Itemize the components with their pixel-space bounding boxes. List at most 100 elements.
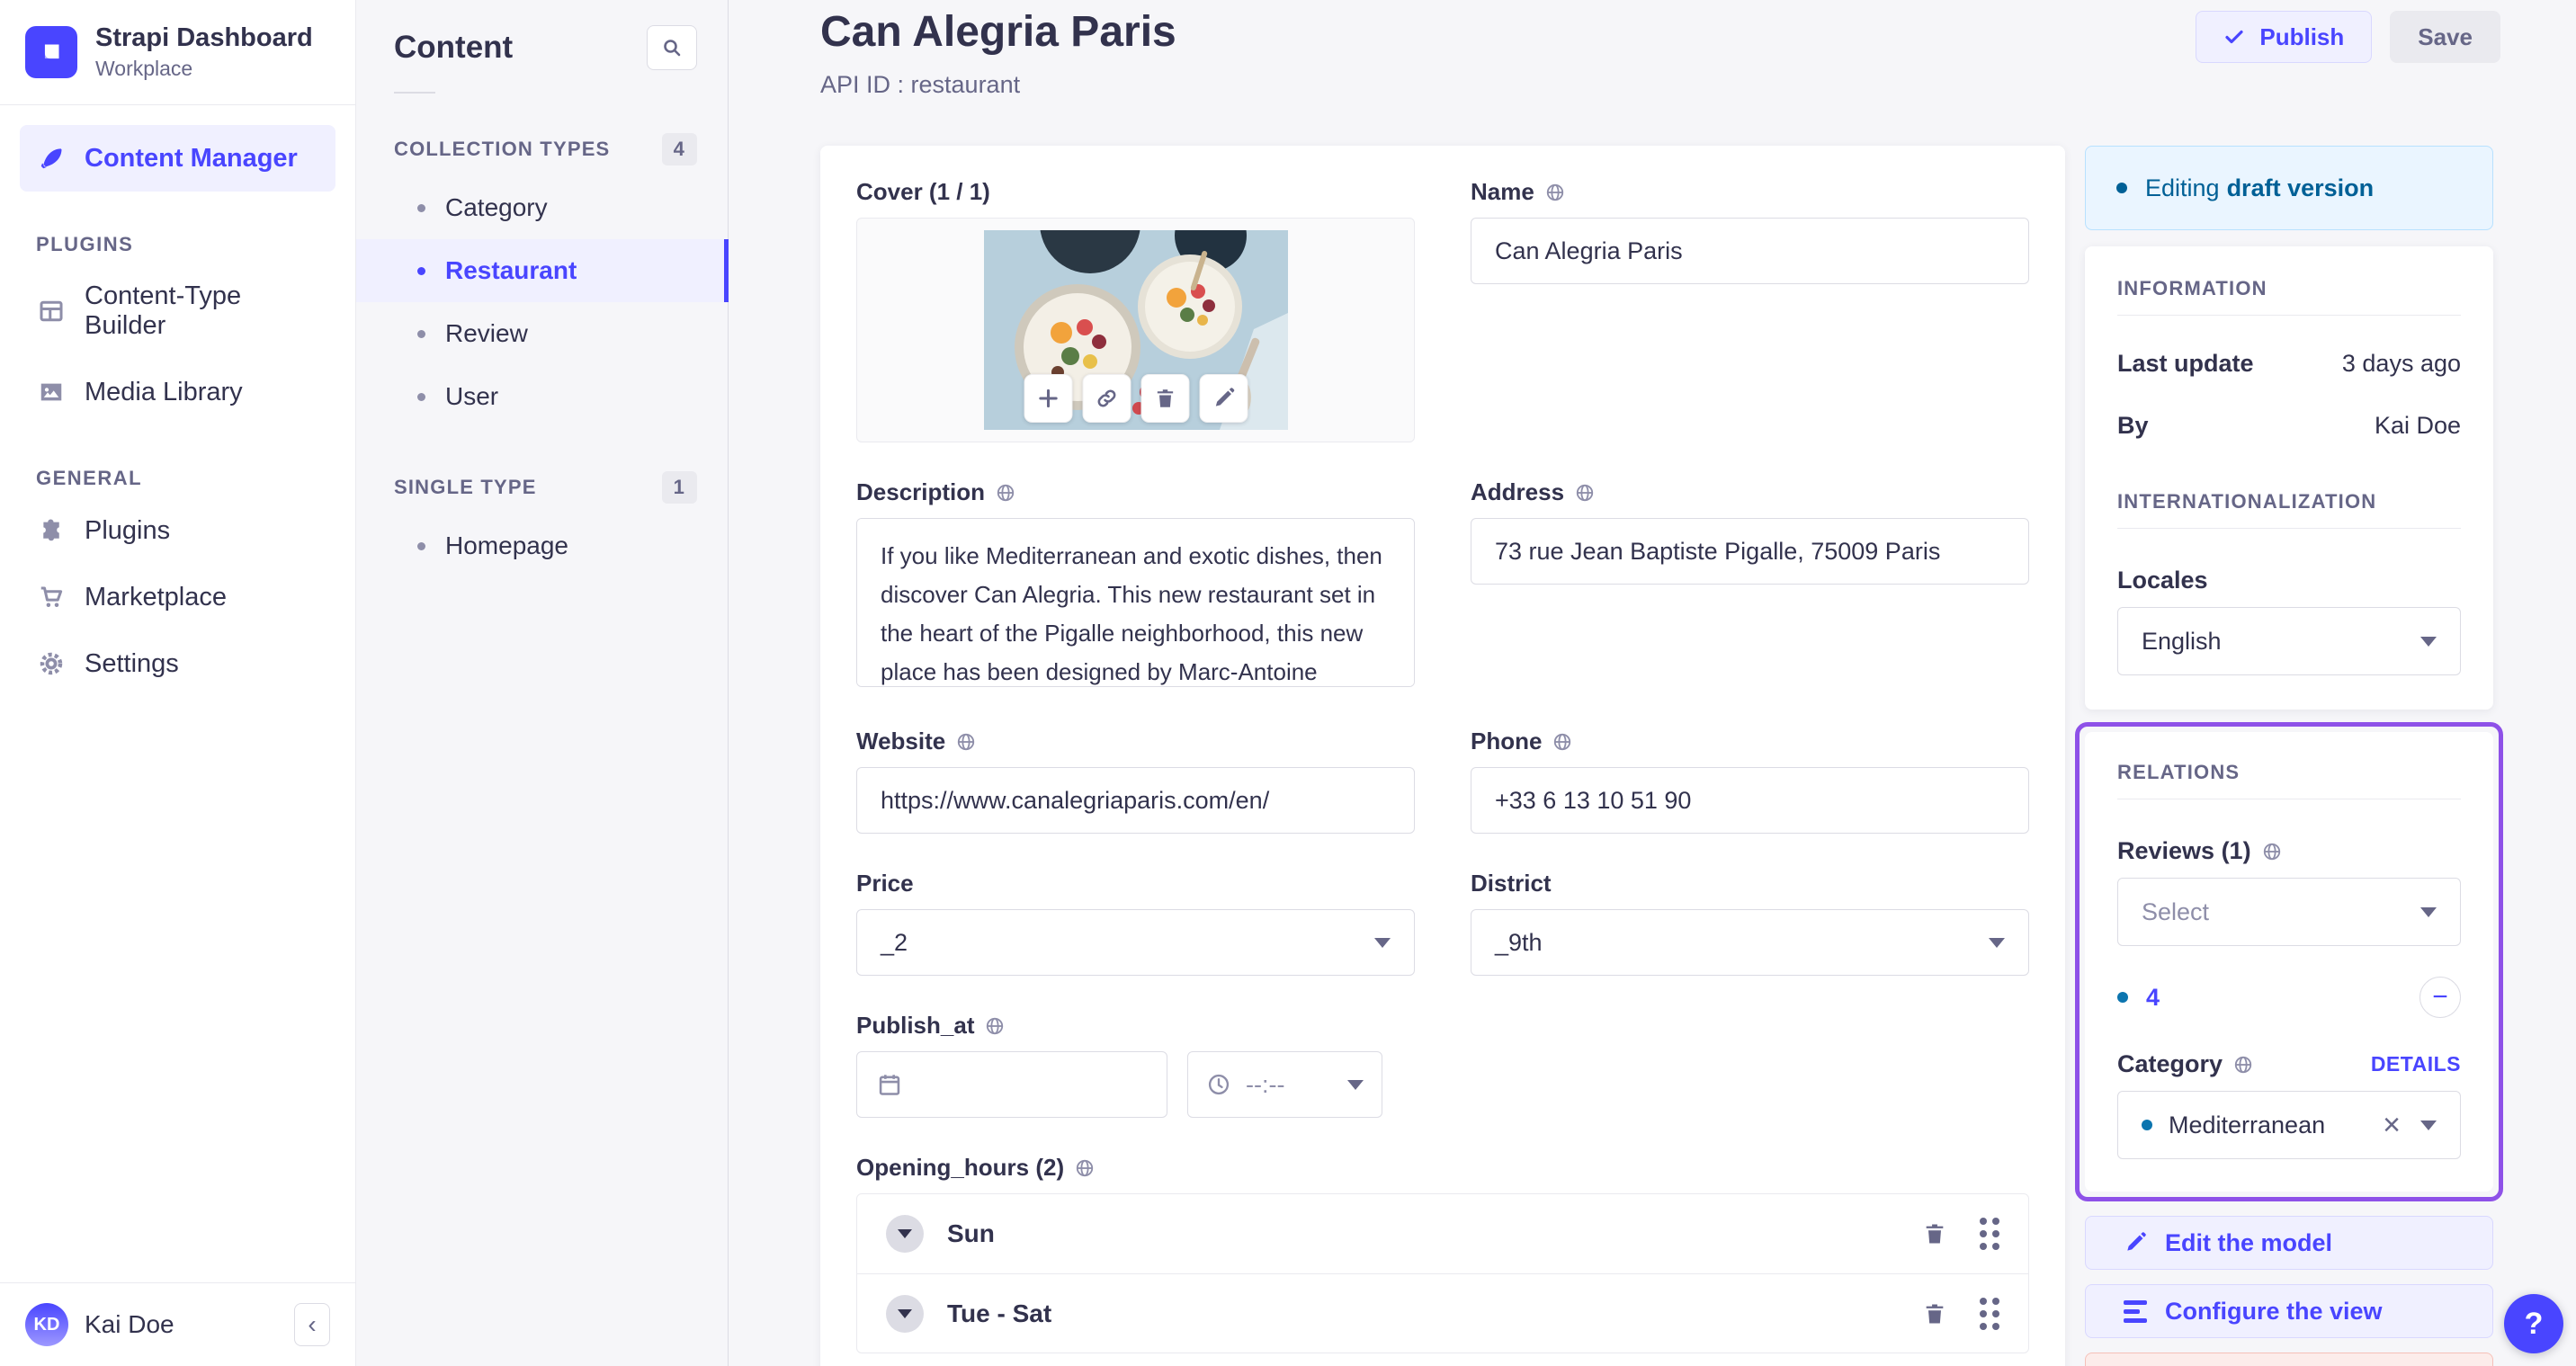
chevron-down-icon: [2420, 1120, 2437, 1130]
avatar[interactable]: KD: [25, 1303, 68, 1346]
plus-icon: [1038, 388, 1058, 408]
address-input[interactable]: [1471, 518, 2029, 585]
description-textarea[interactable]: If you like Mediterranean and exotic dis…: [856, 518, 1415, 687]
subnav-item-restaurant[interactable]: Restaurant: [356, 239, 729, 302]
globe-icon: [996, 483, 1015, 503]
brand-home-link[interactable]: Strapi Dashboard Workplace: [0, 0, 355, 106]
form-row-website-phone: Website Phone: [856, 728, 2029, 834]
delete-asset-button[interactable]: [1140, 374, 1189, 423]
sidebar-item-plugins[interactable]: Plugins: [20, 497, 335, 564]
sidebar-item-label: Settings: [85, 648, 179, 678]
clock-icon: [1208, 1074, 1230, 1095]
date-input[interactable]: [856, 1051, 1167, 1118]
cover-dropzone[interactable]: [856, 173, 1415, 442]
address-label-row: Address: [1471, 478, 2029, 506]
form-row-spacer: [1471, 1012, 2029, 1118]
price-value: _2: [881, 928, 908, 956]
website-label-row: Website: [856, 728, 1415, 755]
address-field: Address: [1471, 478, 2029, 692]
sidebar-item-label: Plugins: [85, 515, 171, 545]
help-button[interactable]: ?: [2504, 1294, 2563, 1353]
reviews-select[interactable]: Select: [2117, 878, 2461, 946]
subnav-item-review[interactable]: Review: [356, 302, 728, 365]
cover-photo-wrap: [983, 173, 1288, 430]
sidebar-item-media-library[interactable]: Media Library: [20, 359, 335, 425]
form-row-cover-name: Cover (1 / 1) Name Can Alegria Paris: [856, 173, 2029, 442]
collapse-sidebar-button[interactable]: ‹: [294, 1303, 330, 1346]
last-update-row: Last update 3 days ago: [2117, 350, 2461, 378]
sidebar-item-settings[interactable]: Settings: [20, 630, 335, 697]
globe-icon: [2233, 1055, 2253, 1075]
district-select[interactable]: _9th: [1471, 909, 2029, 976]
publish-button[interactable]: Publish: [2196, 11, 2373, 63]
draft-status-text: Editing draft version: [2145, 174, 2374, 202]
page-header-titles: Can Alegria Paris API ID : restaurant: [820, 7, 1176, 99]
opening-hours-label-row: Opening_hours (2): [856, 1154, 2029, 1182]
relations-card: RELATIONS Reviews (1) Select 4 − Categor…: [2085, 732, 2493, 1192]
right-rail: Editing draft version INFORMATION Last up…: [2075, 146, 2503, 1366]
subnav-item-category[interactable]: Category: [356, 176, 728, 239]
website-input[interactable]: [856, 767, 1415, 834]
accordion-toggle-button[interactable]: [886, 1294, 924, 1333]
relations-highlight-outline: RELATIONS Reviews (1) Select 4 − Categor…: [2075, 722, 2503, 1201]
save-button[interactable]: Save: [2390, 11, 2500, 63]
clear-icon[interactable]: ×: [2383, 1110, 2401, 1140]
sidebar-item-label: Marketplace: [85, 582, 227, 612]
collection-count-badge: 4: [661, 133, 697, 165]
strapi-logo-glyph: [44, 44, 59, 59]
subnav-item-label: Restaurant: [445, 256, 577, 284]
sidebar-item-content-type-builder[interactable]: Content-Type Builder: [20, 263, 335, 359]
by-value: Kai Doe: [2374, 412, 2461, 439]
opening-hours-label: Opening_hours (2): [856, 1154, 1065, 1181]
details-link[interactable]: DETAILS: [2371, 1052, 2461, 1076]
trash-icon[interactable]: [1922, 1301, 1947, 1326]
sidebar-item-content-manager[interactable]: Content Manager: [20, 125, 335, 192]
remove-relation-button[interactable]: −: [2419, 977, 2461, 1018]
drag-handle-icon[interactable]: [1980, 1218, 1999, 1250]
edit-model-button[interactable]: Edit the model: [2085, 1216, 2493, 1270]
sidebar-item-marketplace[interactable]: Marketplace: [20, 564, 335, 630]
layout-builder-icon: [36, 296, 67, 326]
draft-status-emphasis: draft version: [2226, 174, 2375, 201]
category-select[interactable]: Mediterranean ×: [2117, 1091, 2461, 1159]
chevron-down-icon: [898, 1229, 912, 1238]
globe-icon: [985, 1016, 1005, 1036]
chevron-down-icon: [2420, 906, 2437, 917]
delete-entry-button[interactable]: [2085, 1353, 2493, 1366]
drag-handle-icon[interactable]: [1980, 1297, 1999, 1330]
subnav-item-label: Homepage: [445, 531, 568, 559]
trash-icon[interactable]: [1922, 1221, 1947, 1246]
single-count-badge: 1: [661, 471, 697, 504]
name-input[interactable]: [1471, 218, 2029, 284]
configure-view-button[interactable]: Configure the view: [2085, 1284, 2493, 1338]
accordion-toggle-button[interactable]: [886, 1215, 924, 1253]
add-asset-button[interactable]: [1024, 374, 1072, 423]
website-field: Website: [856, 728, 1415, 834]
time-placeholder: --:--: [1246, 1070, 1285, 1098]
bullet-icon: [417, 392, 425, 401]
sidebar-item-label: Content-Type Builder: [85, 281, 242, 341]
price-select[interactable]: _2: [856, 909, 1415, 976]
subnav-item-user[interactable]: User: [356, 365, 728, 428]
copy-link-button[interactable]: [1082, 374, 1131, 423]
category-label-row: Category DETAILS: [2117, 1050, 2461, 1078]
locales-select[interactable]: English: [2117, 607, 2461, 675]
main-sidebar: Strapi Dashboard Workplace Content Manag…: [0, 0, 356, 1366]
last-update-value: 3 days ago: [2341, 350, 2461, 377]
brand-text: Strapi Dashboard Workplace: [95, 23, 313, 81]
link-icon: [1097, 389, 1115, 407]
review-relation-link[interactable]: 4: [2146, 984, 2160, 1012]
form-row-price-district: Price _2 District _9th: [856, 870, 2029, 976]
opening-hours-field: Opening_hours (2) Sun Tue - Sat: [856, 1154, 2029, 1353]
edit-asset-button[interactable]: [1199, 374, 1248, 423]
globe-icon: [956, 732, 976, 752]
relation-status-dot-icon: [2117, 992, 2128, 1003]
time-input[interactable]: --:--: [1187, 1051, 1382, 1118]
category-label: Category: [2117, 1050, 2223, 1077]
subnav-item-homepage[interactable]: Homepage: [356, 514, 728, 577]
search-button[interactable]: [647, 25, 697, 70]
name-field: Name: [1471, 178, 2029, 442]
publish-at-label-row: Publish_at: [856, 1012, 1415, 1040]
phone-input[interactable]: [1471, 767, 2029, 834]
pencil-icon: [1215, 388, 1234, 406]
